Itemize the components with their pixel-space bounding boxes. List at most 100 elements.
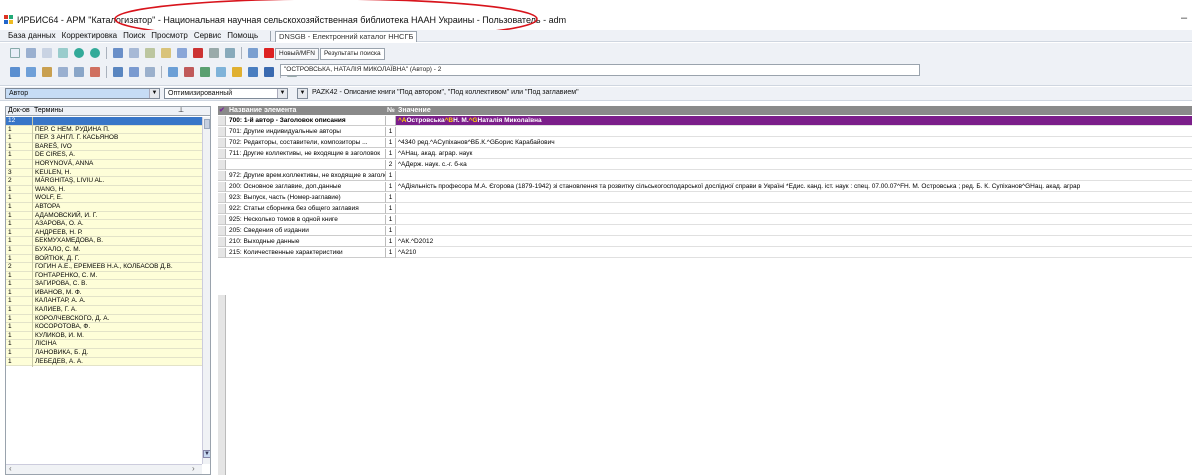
terms-horizontal-scrollbar[interactable]: ‹ › — [6, 464, 202, 474]
undo-icon[interactable] — [40, 46, 54, 60]
check-icon[interactable]: ✔ — [219, 106, 225, 115]
copy-records-icon[interactable] — [214, 65, 228, 79]
term-row[interactable]: 1 BAREŠ, IVO — [6, 142, 202, 152]
tab-search-results[interactable]: Результаты поиска — [319, 48, 385, 60]
term-row[interactable]: 1 ГОНТАРЕНКО, С. М. — [6, 271, 202, 281]
field-row[interactable]: 215: Количественные характеристики 1 ^A210 — [218, 248, 1192, 258]
table-icon[interactable] — [127, 46, 141, 60]
menu-service[interactable]: Сервис — [194, 31, 221, 40]
term-row[interactable]: 1 WANG, H. — [6, 185, 202, 195]
term-row[interactable]: 1 ПЕР. С НЕМ. РУДИНА П. — [6, 125, 202, 135]
print-icon[interactable] — [207, 46, 221, 60]
scroll-left-icon[interactable]: ‹ — [9, 464, 12, 473]
scroll-down-icon[interactable]: ▼ — [203, 450, 210, 458]
search-query-field[interactable]: "ОСТРОВСЬКА, НАТАЛІЯ МИКОЛАЇВНА" (Автор)… — [280, 64, 920, 76]
tab-new-mfn[interactable]: Новый/МFN — [275, 48, 319, 60]
field-row[interactable]: 200: Основное заглавие, доп.данные 1 ^AДія… — [218, 182, 1192, 192]
filter-icon[interactable] — [143, 65, 157, 79]
nav-next-icon[interactable] — [88, 46, 102, 60]
term-row[interactable]: 3 KEULEN, H. — [6, 168, 202, 178]
minimize-button[interactable]: – — [1181, 12, 1187, 24]
edit-icon[interactable] — [175, 46, 189, 60]
menu-search[interactable]: Поиск — [123, 31, 145, 40]
link-icon[interactable] — [111, 65, 125, 79]
exchange-icon[interactable] — [198, 65, 212, 79]
term-row[interactable]: 1 ЛАНОВИКА, Б. Д. — [6, 349, 202, 359]
field-value[interactable]: ^AДерж. наук. с.-г. б-ка — [396, 160, 1192, 170]
field-row[interactable]: 923: Выпуск, часть (Номер-заглавие) 1 — [218, 193, 1192, 203]
import-icon[interactable] — [166, 65, 180, 79]
term-row[interactable]: 1 КАЛАНТАР, А. А. — [6, 297, 202, 307]
grid-view-icon[interactable] — [262, 65, 276, 79]
search-author-icon[interactable] — [72, 65, 86, 79]
sort-icon[interactable] — [127, 65, 141, 79]
field-value[interactable]: ^AНац. акад. аграр. наук — [396, 149, 1192, 159]
term-row[interactable]: 1 КОСОРОТОВА, Ф. — [6, 323, 202, 333]
delete-icon[interactable] — [191, 46, 205, 60]
term-row[interactable]: 1 КУЛИКОВ, И. М. — [6, 331, 202, 341]
field-row[interactable]: 922: Статьи сборника без общего заглавия… — [218, 204, 1192, 214]
field-value[interactable] — [396, 193, 1192, 203]
field-row[interactable]: 700: 1-й автор - Заголовок описания ^AОст… — [218, 116, 1192, 126]
field-value[interactable]: ^AК.^D2012 — [396, 237, 1192, 247]
term-row[interactable]: 1 WOLF, E. — [6, 194, 202, 204]
term-row[interactable]: 1 ЛЕБЕДЕВ, А. А. — [6, 357, 202, 367]
search-icon[interactable] — [8, 65, 22, 79]
field-row[interactable]: 701: Другие индивидуальные авторы 1 — [218, 127, 1192, 137]
statistics-icon[interactable] — [246, 65, 260, 79]
menu-database[interactable]: База данных — [8, 31, 56, 40]
search-advanced-icon[interactable] — [88, 65, 102, 79]
chevron-down-icon[interactable]: ▼ — [298, 89, 307, 98]
database-tab[interactable]: DNSGB - Електронний каталог ННСГБ — [275, 31, 418, 42]
field-row[interactable]: 702: Редакторы, составители, композиторы… — [218, 138, 1192, 148]
term-row[interactable]: 1 АЗАРОВА, О. А. — [6, 220, 202, 230]
col-doc-count[interactable]: Док-ов — [8, 107, 30, 115]
term-row[interactable]: 1 ИВАНОВ, М. Ф. — [6, 288, 202, 298]
field-row[interactable]: 2 ^AДерж. наук. с.-г. б-ка — [218, 160, 1192, 170]
search-book-icon[interactable] — [24, 65, 38, 79]
field-row[interactable]: 210: Выходные данные 1 ^AК.^D2012 — [218, 237, 1192, 247]
copy-icon[interactable] — [56, 46, 70, 60]
scroll-thumb[interactable] — [204, 119, 210, 129]
field-value[interactable] — [396, 226, 1192, 236]
term-row[interactable]: 1 АНДРЕЕВ, Н. Р. — [6, 228, 202, 238]
term-row[interactable]: 1 ЛІСІНА — [6, 340, 202, 350]
field-value[interactable] — [396, 127, 1192, 137]
field-value[interactable]: ^4340 ред.^AСупіханов^BБ.К.^GБорис Караб… — [396, 138, 1192, 148]
term-row[interactable]: 1 АДАМОВСКИЙ, И. Г. — [6, 211, 202, 221]
format-icon[interactable] — [246, 46, 260, 60]
new-record-icon[interactable] — [8, 46, 22, 60]
field-value[interactable] — [396, 171, 1192, 181]
col-terms[interactable]: Термины — [34, 107, 63, 115]
nav-prev-icon[interactable] — [72, 46, 86, 60]
pin-icon[interactable]: ⊥ — [178, 107, 184, 115]
term-row[interactable]: 12 — [6, 117, 202, 126]
menu-help[interactable]: Помощь — [227, 31, 258, 40]
term-row[interactable]: 1 БЕКМУХАМЕДОВА, В. — [6, 237, 202, 247]
term-row[interactable]: 1 DE CIRES, A. — [6, 151, 202, 161]
export-icon[interactable] — [223, 46, 237, 60]
z3950-icon[interactable] — [262, 46, 276, 60]
field-row[interactable]: 972: Другие врем.коллективы, не входящие… — [218, 171, 1192, 181]
field-row[interactable]: 925: Несколько томов в одной книге 1 — [218, 215, 1192, 225]
worksheet-icon[interactable] — [159, 46, 173, 60]
menu-view[interactable]: Просмотр — [151, 31, 188, 40]
barcode-icon[interactable] — [230, 65, 244, 79]
field-value[interactable]: ^A210 — [396, 248, 1192, 258]
field-value[interactable]: ^AОстровська^BН. М.^GНаталія Миколаївна — [396, 116, 1192, 126]
batch-icon[interactable] — [182, 65, 196, 79]
dictionary-select[interactable]: Автор ▼ — [5, 88, 160, 99]
term-row[interactable]: 1 КАЛИЕВ, Г. А. — [6, 306, 202, 316]
worksheet-select[interactable]: ▼ — [297, 88, 308, 99]
chevron-down-icon[interactable]: ▼ — [277, 89, 287, 98]
field-row[interactable]: 205: Сведения об издании 1 — [218, 226, 1192, 236]
scroll-right-icon[interactable]: › — [192, 464, 195, 473]
chevron-down-icon[interactable]: ▼ — [149, 89, 159, 98]
term-row[interactable]: 2 ГОГИН А.Е., ЕРЕМЕЕВ Н.А., КОЛБАСОВ Д.В. — [6, 263, 202, 273]
search-mode-select[interactable]: Оптимизированный ▼ — [164, 88, 288, 99]
search-subject-icon[interactable] — [56, 65, 70, 79]
field-value[interactable] — [396, 204, 1192, 214]
field-value[interactable] — [396, 215, 1192, 225]
field-value[interactable]: ^AДіяльність професора М.А. Єгорова (187… — [396, 182, 1192, 192]
save-icon[interactable] — [24, 46, 38, 60]
